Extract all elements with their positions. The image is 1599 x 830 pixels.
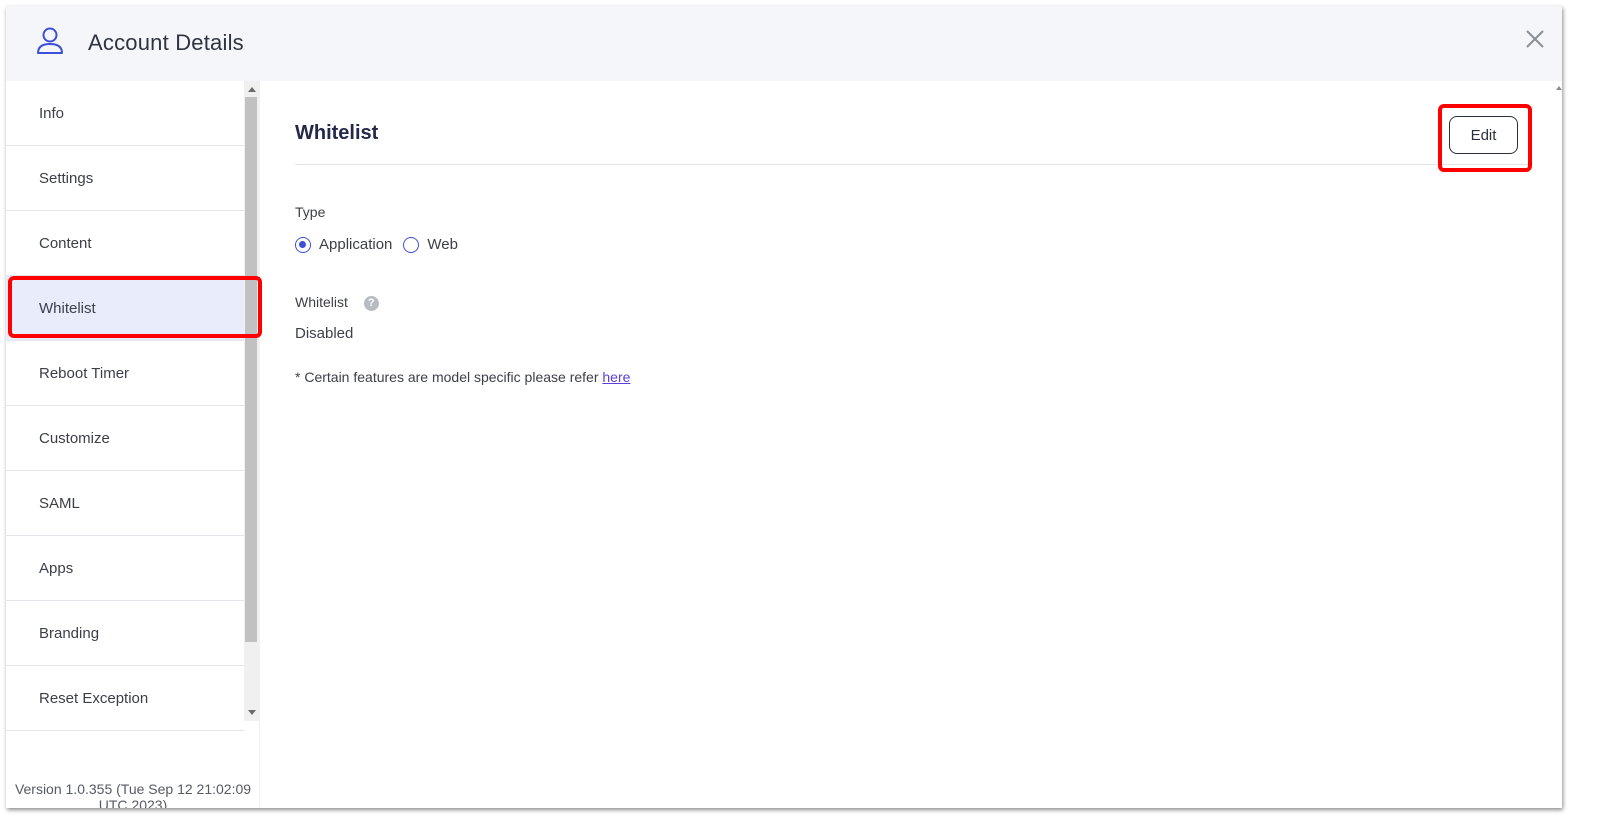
version-line-1: Version 1.0.355 (Tue Sep 12 21:02:09 [14, 781, 252, 797]
sidebar-item-info[interactable]: Info [6, 81, 244, 146]
sidebar-item-reboot-timer[interactable]: Reboot Timer [6, 341, 244, 406]
sidebar-item-customize[interactable]: Customize [6, 406, 244, 471]
sidebar-item-whitelist[interactable]: Whitelist [6, 276, 244, 341]
radio-option-application[interactable]: Application [295, 236, 392, 253]
version-info: Version 1.0.355 (Tue Sep 12 21:02:09 UTC… [6, 781, 260, 808]
version-line-2: UTC 2023) [98, 797, 168, 808]
sidebar-item-content[interactable]: Content [6, 211, 244, 276]
sidebar-item-reset-exception[interactable]: Reset Exception [6, 666, 244, 731]
scroll-up-icon[interactable] [248, 87, 256, 92]
here-link[interactable]: here [602, 369, 630, 385]
dialog-title: Account Details [88, 30, 244, 55]
edit-button[interactable]: Edit [1449, 116, 1518, 154]
sidebar-item-apps[interactable]: Apps [6, 536, 244, 601]
section-header: Whitelist Edit [295, 81, 1529, 165]
sidebar-item-branding[interactable]: Branding [6, 601, 244, 666]
sidebar: Info Settings Content Whitelist Reboot T… [6, 81, 260, 808]
scroll-down-icon[interactable] [248, 710, 256, 715]
help-icon[interactable]: ? [363, 295, 379, 311]
account-details-dialog: Account Details Info Settings Content Wh… [6, 6, 1562, 808]
radio-application-label: Application [319, 236, 393, 253]
sidebar-scrollbar[interactable] [244, 81, 260, 721]
type-label: Type [295, 204, 326, 220]
whitelist-label: Whitelist [295, 294, 348, 310]
sidebar-item-saml[interactable]: SAML [6, 471, 244, 536]
whitelist-value: Disabled [295, 325, 354, 342]
model-note-text: * Certain features are model specific pl… [295, 369, 603, 385]
user-icon [37, 27, 63, 54]
radio-application[interactable] [295, 236, 311, 253]
radio-web-label: Web [427, 236, 458, 253]
radio-option-web[interactable]: Web [403, 236, 458, 253]
dialog-header: Account Details [6, 6, 1562, 81]
type-radio-group: Application Web [295, 236, 469, 253]
scrollbar-thumb[interactable] [245, 97, 257, 642]
model-note: * Certain features are model specific pl… [295, 369, 630, 385]
scroll-up-icon-right [1556, 86, 1562, 90]
radio-web[interactable] [403, 236, 420, 253]
sidebar-nav: Info Settings Content Whitelist Reboot T… [6, 81, 244, 731]
close-icon[interactable] [1522, 26, 1548, 52]
section-title: Whitelist [295, 122, 379, 144]
sidebar-item-settings[interactable]: Settings [6, 146, 244, 211]
whitelist-field: Whitelist ? [295, 294, 379, 311]
